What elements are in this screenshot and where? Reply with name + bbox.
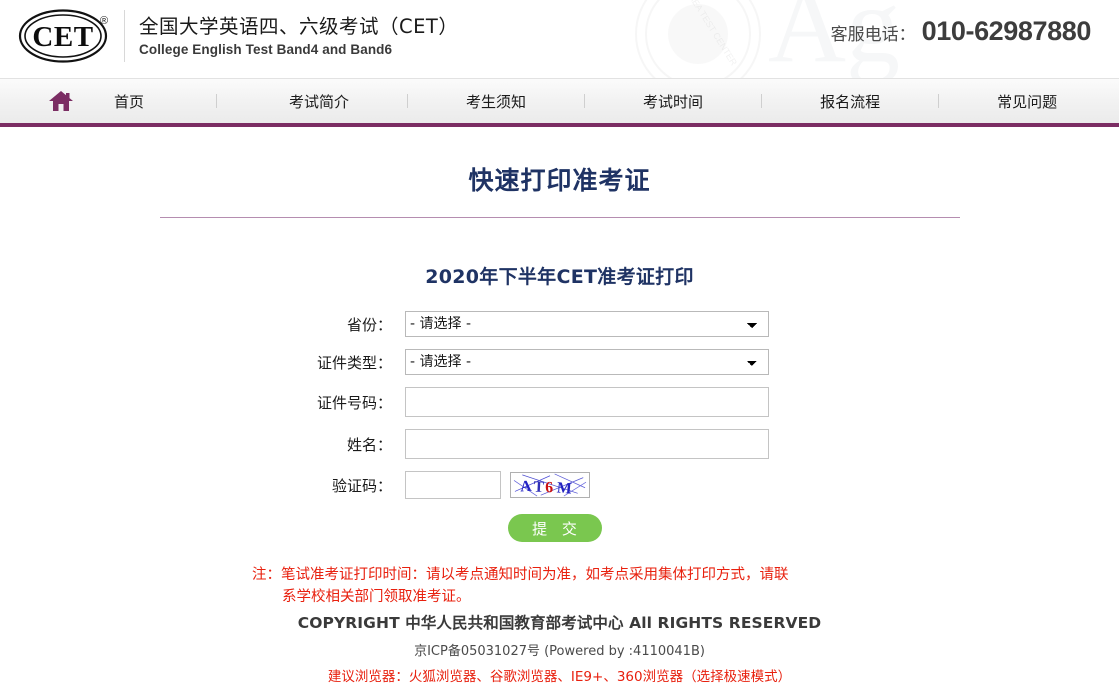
- form-row-captcha: 验证码： A T 6 M: [0, 471, 1119, 499]
- site-footer: COPYRIGHT 中华人民共和国教育部考试中心 All RIGHTS RESE…: [0, 611, 1119, 685]
- footer-icp: 京ICP备05031027号 (Powered by :4110041B): [414, 644, 705, 659]
- nav-separator: [584, 94, 586, 108]
- page-title: 快速打印准考证: [468, 166, 651, 195]
- svg-text:NEAEA TEST CENTER: NEAEA TEST CENTER: [680, 0, 739, 68]
- print-time-note: 注：笔试准考证打印时间：请以考点通知时间为准，如考点采用集体打印方式，请联 系学…: [0, 564, 900, 609]
- home-icon[interactable]: [48, 90, 74, 112]
- site-title-cn: 全国大学英语四、六级考试（CET）: [139, 14, 459, 38]
- svg-text:A: A: [520, 478, 533, 496]
- hotline-number: 010-62987880: [921, 16, 1092, 46]
- captcha-label: 验证码：: [331, 476, 392, 495]
- svg-text:T: T: [533, 478, 545, 496]
- id-number-input[interactable]: [405, 387, 769, 417]
- name-label: 姓名：: [346, 435, 392, 454]
- name-input[interactable]: [405, 429, 769, 459]
- form-row-name: 姓名：: [0, 429, 1119, 459]
- nav-item-registration-process[interactable]: 报名流程: [806, 91, 894, 112]
- main-navigation: 首页 考试简介 考生须知 考试时间 报名流程 常见问题: [0, 79, 1119, 127]
- svg-text:6: 6: [545, 479, 554, 496]
- province-label: 省份：: [346, 315, 392, 334]
- site-title-en: College English Test Band4 and Band6: [139, 42, 393, 58]
- id-number-label: 证件号码：: [316, 393, 392, 412]
- site-logo[interactable]: CET ® 全国大学英语四、六级考试（CET） College English …: [18, 8, 458, 64]
- note-line-1: 注：笔试准考证打印时间：请以考点通知时间为准，如考点采用集体打印方式，请联: [252, 567, 789, 583]
- nav-separator: [407, 94, 409, 108]
- nav-separator: [216, 94, 218, 108]
- province-select[interactable]: - 请选择 -: [405, 311, 769, 337]
- id-type-label: 证件类型：: [316, 353, 392, 372]
- admission-ticket-form: 省份： - 请选择 - 证件类型： - 请选择 - 证件号码： 姓名： 验证码：: [0, 311, 1119, 542]
- svg-text:®: ®: [100, 15, 108, 27]
- form-row-province: 省份： - 请选择 -: [0, 311, 1119, 337]
- hotline-label: 客服电话：: [830, 25, 916, 45]
- nav-item-home[interactable]: 首页: [100, 91, 158, 112]
- id-type-select[interactable]: - 请选择 -: [405, 349, 769, 375]
- form-row-id-type: 证件类型： - 请选择 -: [0, 349, 1119, 375]
- captcha-image[interactable]: A T 6 M: [510, 472, 590, 498]
- note-line-2: 系学校相关部门领取准考证。: [282, 589, 471, 606]
- svg-text:M: M: [556, 479, 572, 497]
- svg-text:CET: CET: [32, 21, 93, 53]
- submit-row: 提 交: [0, 514, 1119, 542]
- nav-item-exam-time[interactable]: 考试时间: [629, 91, 717, 112]
- main-content: 快速打印准考证 2020年下半年CET准考证打印 省份： - 请选择 - 证件类…: [0, 127, 1119, 609]
- cet-logo-icon: CET ®: [18, 9, 108, 63]
- footer-browser-note: 建议浏览器：火狐浏览器、谷歌浏览器、IE9+、360浏览器（选择极速模式）: [327, 669, 792, 685]
- captcha-input[interactable]: [405, 471, 501, 499]
- nav-separator: [761, 94, 763, 108]
- title-divider: [159, 217, 960, 218]
- site-header: Ag NEAEA TEST CENTER CET ® 全国大学英语四、六级考试（…: [0, 0, 1119, 79]
- footer-copyright: COPYRIGHT 中华人民共和国教育部考试中心 All RIGHTS RESE…: [297, 614, 822, 632]
- form-row-id-number: 证件号码：: [0, 387, 1119, 417]
- form-section-title: 2020年下半年CET准考证打印: [425, 266, 694, 288]
- logo-divider: [124, 10, 125, 62]
- nav-item-exam-intro[interactable]: 考试简介: [275, 91, 363, 112]
- customer-service-hotline: 客服电话： 010-62987880: [830, 16, 1092, 47]
- nav-separator: [938, 94, 940, 108]
- nav-item-faq[interactable]: 常见问题: [983, 91, 1071, 112]
- submit-button[interactable]: 提 交: [507, 514, 602, 542]
- nav-item-candidate-notice[interactable]: 考生须知: [452, 91, 540, 112]
